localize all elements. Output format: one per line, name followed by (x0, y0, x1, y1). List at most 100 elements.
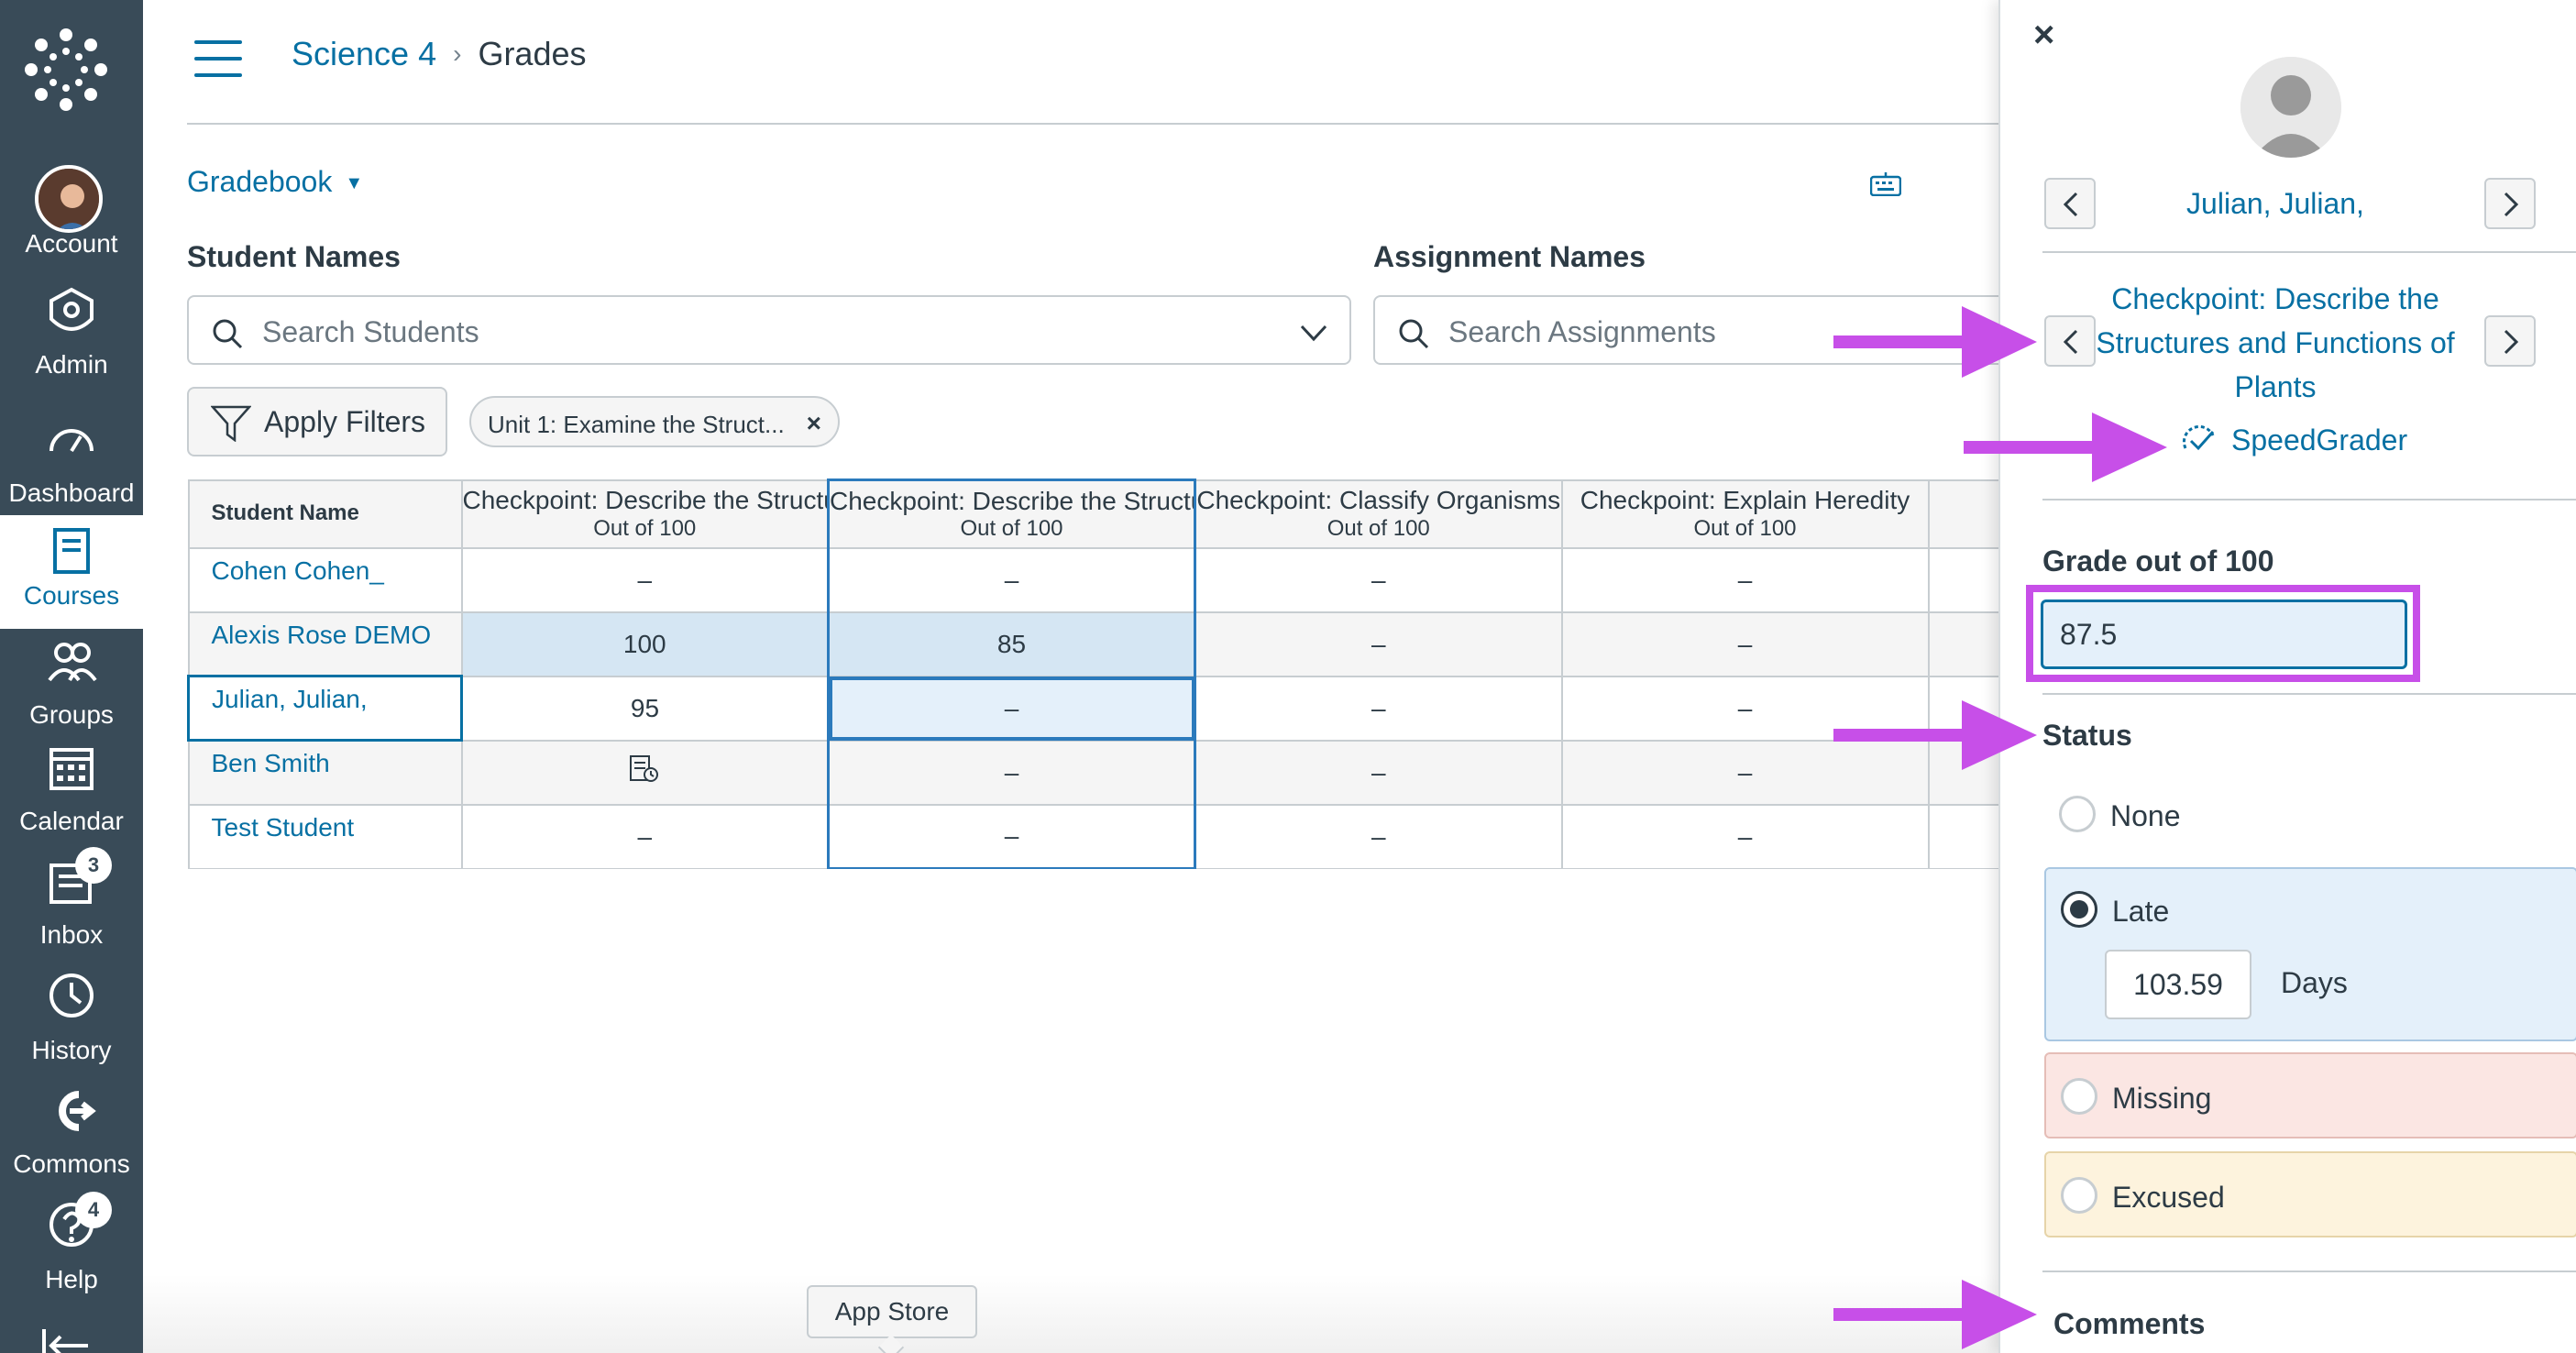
grade-cell[interactable]: 100 (460, 610, 830, 677)
radio-late[interactable] (2061, 891, 2097, 928)
keyboard-shortcuts-icon[interactable] (1870, 172, 1901, 196)
comments-label: Comments (2053, 1307, 2206, 1340)
nav-calendar[interactable]: Calendar (0, 739, 143, 847)
annotation-arrow-icon (1833, 700, 2037, 770)
canvas-logo-icon[interactable] (22, 26, 110, 114)
grade-cell[interactable]: 95 (460, 675, 830, 742)
grid-header-row: Student Name Checkpoint: Describe the St… (187, 478, 1998, 549)
grade-cell[interactable]: – (1560, 610, 1930, 677)
annotation-arrow-icon (1964, 412, 2167, 482)
status-option-late[interactable]: Late 103.59 Days (2044, 867, 2576, 1041)
grade-cell[interactable]: – (1194, 803, 1563, 869)
grade-cell[interactable] (1927, 803, 1998, 869)
collapse-nav-icon[interactable] (40, 1329, 92, 1353)
grade-cell[interactable]: – (460, 546, 830, 613)
calendar-icon (50, 748, 94, 790)
grade-label: Grade out of 100 (2042, 544, 2274, 578)
close-icon[interactable]: × (2033, 15, 2054, 56)
student-name-link[interactable]: Cohen Cohen_ (187, 546, 463, 613)
grade-input[interactable]: 87.5 (2041, 600, 2407, 669)
table-row: Cohen Cohen_ – – – – (187, 546, 1998, 613)
search-icon (213, 319, 243, 349)
nav-help[interactable]: 4 Help (0, 1192, 143, 1305)
grade-cell[interactable]: – (460, 803, 830, 869)
column-header-assignment[interactable]: Checkpoint: Classify Organisms Out of 100 (1194, 478, 1563, 549)
gradebook-menu[interactable]: Gradebook ▼ (187, 165, 363, 199)
grade-cell[interactable]: – (1194, 739, 1563, 806)
column-header-assignment[interactable]: Checkpoint: Describe the StructuresOut o… (827, 478, 1196, 549)
chevron-down-icon[interactable] (1298, 319, 1329, 346)
radio-excused[interactable] (2061, 1177, 2097, 1214)
breadcrumb-course-link[interactable]: Science 4 (292, 35, 436, 73)
column-title: Checkpoint: Describe the Structures (462, 486, 827, 515)
tray-divider (2042, 1270, 2576, 1272)
dashboard-icon (50, 429, 94, 453)
gradebook-menu-label: Gradebook (187, 165, 333, 198)
student-name-link[interactable]: Alexis Rose DEMO (187, 610, 463, 677)
tray-divider (2042, 693, 2576, 695)
grade-cell[interactable]: – (1194, 546, 1563, 613)
nav-label: History (31, 1036, 112, 1064)
status-option-missing[interactable]: Missing (2044, 1052, 2576, 1138)
nav-label: Help (45, 1265, 98, 1293)
column-header-assignment[interactable] (1927, 478, 1998, 549)
grade-cell[interactable]: – (827, 803, 1196, 869)
search-icon (1399, 319, 1429, 349)
tray-student-name[interactable]: Julian, Julian, (2092, 187, 2459, 221)
speedgrader-link[interactable]: SpeedGrader (2180, 424, 2407, 457)
grade-cell[interactable] (460, 739, 830, 806)
student-name-link[interactable]: Test Student (187, 803, 463, 869)
column-header-student-name[interactable]: Student Name (187, 478, 463, 549)
radio-missing[interactable] (2061, 1078, 2097, 1115)
nav-label: Groups (29, 700, 114, 729)
nav-inbox[interactable]: 3 Inbox (0, 847, 143, 961)
grade-cell[interactable]: – (1560, 803, 1930, 869)
nav-admin[interactable]: Admin (0, 282, 143, 390)
previous-assignment-button[interactable] (2044, 315, 2096, 367)
nav-account[interactable]: Account (0, 161, 143, 270)
student-name-link[interactable]: Ben Smith (187, 739, 463, 806)
grade-cell[interactable]: – (1560, 546, 1930, 613)
chevron-right-icon (2504, 192, 2519, 217)
search-students-input[interactable]: Search Students (187, 295, 1351, 365)
grade-cell-focused[interactable]: – (827, 675, 1196, 742)
tray-assignment-link[interactable]: Checkpoint: Describe the Structures and … (2092, 277, 2459, 409)
annotation-arrow-icon (1833, 306, 2037, 378)
hamburger-menu-icon[interactable] (194, 40, 242, 77)
next-student-button[interactable] (2484, 178, 2536, 229)
column-points: Out of 100 (1327, 515, 1430, 541)
nav-label: Admin (35, 350, 108, 379)
grade-cell[interactable]: – (827, 739, 1196, 806)
filter-pill[interactable]: Unit 1: Examine the Struct... × (469, 396, 840, 447)
close-icon[interactable]: × (807, 409, 821, 438)
previous-student-button[interactable] (2044, 178, 2096, 229)
status-none-label: None (2110, 799, 2181, 832)
nav-dashboard[interactable]: Dashboard (0, 411, 143, 519)
history-clock-icon (50, 974, 94, 1018)
grade-cell[interactable] (1927, 546, 1998, 613)
status-excused-label: Excused (2112, 1181, 2225, 1214)
grade-cell[interactable]: – (1194, 610, 1563, 677)
grade-cell[interactable]: 85 (827, 610, 1196, 677)
student-name-link[interactable]: Julian, Julian, (187, 675, 463, 742)
radio-none[interactable] (2059, 796, 2096, 832)
column-header-assignment[interactable]: Checkpoint: Explain Heredity Out of 100 (1560, 478, 1930, 549)
student-avatar (2240, 57, 2341, 158)
grade-cell[interactable]: – (1194, 675, 1563, 742)
nav-history[interactable]: History (0, 968, 143, 1076)
speedgrader-icon (2182, 424, 2215, 450)
filter-funnel-icon (211, 405, 251, 442)
column-header-assignment[interactable]: Checkpoint: Describe the StructuresOut o… (460, 478, 830, 549)
nav-courses[interactable]: Courses (0, 515, 143, 629)
speedgrader-label: SpeedGrader (2231, 424, 2408, 456)
status-option-none[interactable]: None (2044, 779, 2576, 852)
apply-filters-button[interactable]: Apply Filters (187, 387, 447, 456)
late-days-input[interactable]: 103.59 (2105, 950, 2251, 1019)
grade-cell[interactable] (1927, 610, 1998, 677)
app-store-tooltip: App Store (807, 1285, 977, 1338)
grade-cell[interactable]: – (827, 546, 1196, 613)
next-assignment-button[interactable] (2484, 315, 2536, 367)
status-option-excused[interactable]: Excused (2044, 1151, 2576, 1238)
nav-groups[interactable]: Groups (0, 632, 143, 741)
nav-commons[interactable]: Commons (0, 1082, 143, 1190)
